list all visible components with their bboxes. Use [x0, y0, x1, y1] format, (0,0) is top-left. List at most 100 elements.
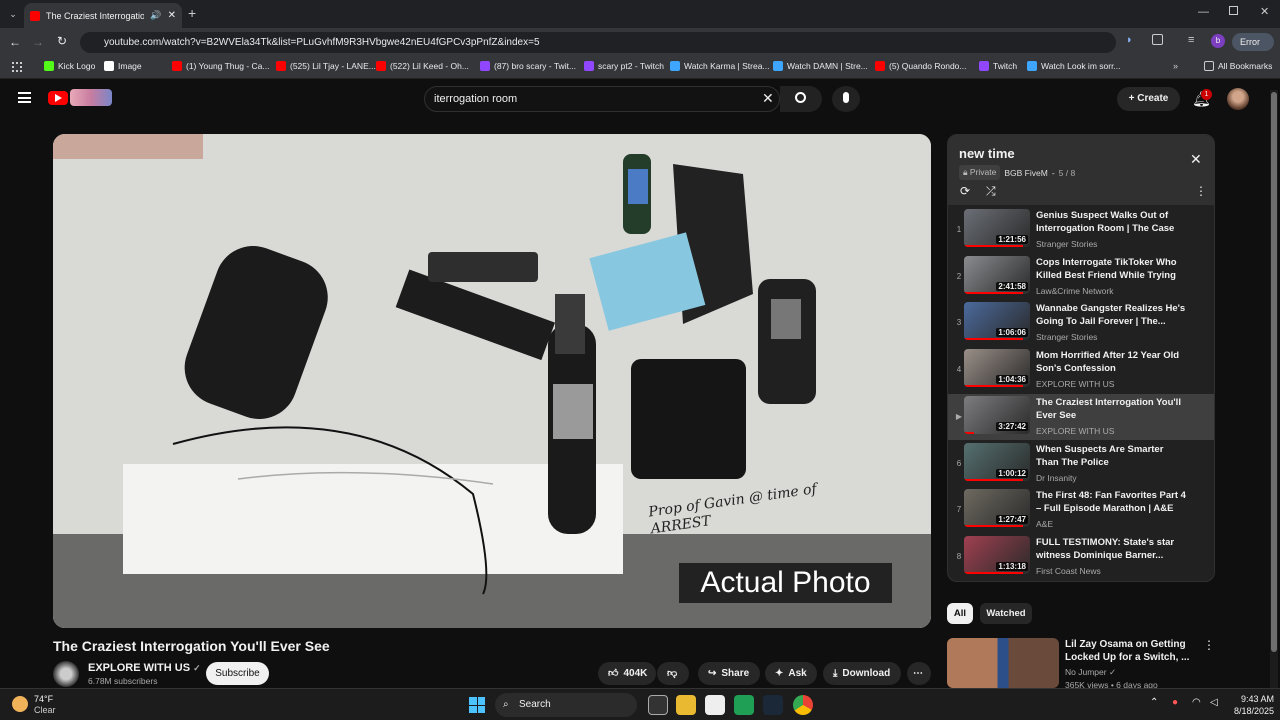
url-field[interactable]: youtube.com/watch?v=B2WVEla34Tk&list=PLu…	[80, 32, 1116, 53]
bookmark-item[interactable]: Twitch	[979, 61, 1017, 71]
playlist-item-thumbnail[interactable]: 1:00:12	[964, 442, 1030, 481]
voice-search-button[interactable]	[832, 86, 860, 112]
youtube-logo[interactable]	[48, 91, 68, 105]
reload-icon[interactable]: ↻	[57, 34, 67, 48]
tab-close-icon[interactable]: ✕	[168, 10, 176, 21]
recommended-video[interactable]: Lil Zay Osama on Getting Locked Up for a…	[947, 636, 1215, 690]
loop-icon[interactable]: ⟳	[960, 184, 970, 198]
playlist-item-title[interactable]: Wannabe Gangster Realizes He's Going To …	[1036, 302, 1186, 328]
close-window-button[interactable]: ✕	[1260, 5, 1269, 18]
playlist-item[interactable]: 6 1:00:12 When Suspects Are Smarter Than T…	[948, 441, 1214, 487]
recommended-channel[interactable]: No Jumper ✓	[1065, 667, 1116, 678]
weather-widget[interactable]: 74°F Clear	[12, 693, 72, 717]
more-bookmarks-icon[interactable]: »	[1173, 61, 1178, 71]
recommended-title[interactable]: Lil Zay Osama on Getting Locked Up for a…	[1065, 638, 1203, 664]
playlist-owner[interactable]: BGB FiveM	[1004, 168, 1047, 178]
bookmark-item[interactable]: (525) Lil Tjay - LANE...	[276, 61, 376, 71]
clock-date[interactable]: 8/18/2025	[1222, 706, 1274, 716]
search-input[interactable]: iterrogation room	[424, 86, 780, 112]
new-tab-button[interactable]: +	[188, 5, 196, 21]
playlist-item-thumbnail[interactable]: 1:27:47	[964, 489, 1030, 528]
bookmark-item[interactable]: Watch DAMN | Stre...	[773, 61, 868, 71]
playlist-item[interactable]: 2 2:41:58 Cops Interrogate TikToker Who Ki…	[948, 254, 1214, 300]
tray-overflow-icon[interactable]: ⌃	[1150, 697, 1158, 708]
playlist-item-title[interactable]: When Suspects Are Smarter Than The Polic…	[1036, 443, 1186, 469]
share-button[interactable]: ↪ Share	[698, 662, 760, 685]
playlist-item[interactable]: 1 1:21:56 Genius Suspect Walks Out of Inte…	[948, 207, 1214, 253]
forward-icon[interactable]: →	[32, 35, 44, 49]
channel-name[interactable]: EXPLORE WITH US ✓	[88, 662, 201, 674]
extension-icon[interactable]: ◗	[1126, 34, 1133, 46]
clear-search-icon[interactable]: ✕	[762, 90, 774, 107]
playlist-item-thumbnail[interactable]: 1:04:36	[964, 349, 1030, 388]
bookmark-item[interactable]: Watch Karma | Strea...	[670, 61, 770, 71]
like-button[interactable]: 👍︎ 404K	[598, 662, 656, 685]
steam-icon[interactable]	[763, 695, 783, 715]
bookmark-item[interactable]: Watch Look im sorr...	[1027, 61, 1121, 71]
extensions-puzzle-icon[interactable]	[1152, 34, 1163, 45]
chip-watched[interactable]: Watched	[980, 603, 1032, 624]
create-button[interactable]: + Create	[1117, 87, 1180, 111]
playlist-title[interactable]: new time	[959, 146, 1015, 161]
page-scrollbar[interactable]	[1270, 90, 1278, 688]
subscribe-button[interactable]: Subscribe	[206, 662, 269, 685]
more-actions-button[interactable]: ⋯	[907, 662, 931, 685]
playlist-item-thumbnail[interactable]: 3:27:42	[964, 395, 1030, 434]
spreadsheet-icon[interactable]	[734, 695, 754, 715]
maximize-button[interactable]	[1229, 6, 1238, 15]
chip-all[interactable]: All	[947, 603, 973, 624]
ask-button[interactable]: ✦ Ask	[765, 662, 817, 685]
menu-hamburger-icon[interactable]	[18, 92, 31, 103]
bookmark-item[interactable]: Kick Logo	[44, 61, 95, 71]
search-button[interactable]	[780, 86, 822, 112]
playlist-item-thumbnail[interactable]: 1:06:06	[964, 302, 1030, 341]
playlist-item-thumbnail[interactable]: 2:41:58	[964, 255, 1030, 294]
task-view-icon[interactable]	[648, 695, 668, 715]
bookmark-item[interactable]: (5) Quando Rondo...	[875, 61, 967, 71]
recommended-thumbnail[interactable]	[947, 638, 1059, 688]
volume-icon[interactable]: ◁	[1210, 697, 1218, 708]
recommended-more-icon[interactable]: ⋮	[1203, 638, 1215, 652]
tab-list-button[interactable]: ⌄	[6, 7, 20, 21]
bookmark-item[interactable]: (1) Young Thug - Ca...	[172, 61, 269, 71]
playlist-item-thumbnail[interactable]: 1:21:56	[964, 209, 1030, 247]
back-icon[interactable]: ←	[9, 35, 21, 49]
bookmark-item[interactable]: scary pt2 - Twitch	[584, 61, 664, 71]
playlist-item[interactable]: 3 1:06:06 Wannabe Gangster Realizes He's G…	[948, 300, 1214, 346]
doodle-logo[interactable]	[70, 89, 112, 106]
bookmark-item[interactable]: (87) bro scary - Twit...	[480, 61, 576, 71]
playlist-item-title[interactable]: The First 48: Fan Favorites Part 4 – Ful…	[1036, 489, 1186, 515]
download-button[interactable]: ⤓ Download	[823, 662, 901, 685]
file-explorer-icon[interactable]	[676, 695, 696, 715]
playlist-item[interactable]: 4 1:04:36 Mom Horrified After 12 Year Old …	[948, 347, 1214, 393]
playlist-item-title[interactable]: The Craziest Interrogation You'll Ever S…	[1036, 396, 1186, 422]
playlist-item-title[interactable]: Genius Suspect Walks Out of Interrogatio…	[1036, 209, 1186, 236]
playlist-item[interactable]: 8 1:13:18 FULL TESTIMONY: State's star wit…	[948, 534, 1214, 580]
wifi-icon[interactable]: ◠	[1192, 697, 1201, 708]
playlist-item-title[interactable]: Cops Interrogate TikToker Who Killed Bes…	[1036, 256, 1186, 283]
playlist-item[interactable]: 7 1:27:47 The First 48: Fan Favorites Part…	[948, 487, 1214, 533]
chrome-icon[interactable]	[793, 695, 813, 715]
error-badge[interactable]: Error	[1232, 33, 1274, 51]
browser-tab-active[interactable]: The Craziest Interrogation V 🔊 ✕	[24, 3, 182, 28]
start-button[interactable]	[469, 697, 485, 713]
playlist-item-thumbnail[interactable]: 1:13:18	[964, 535, 1030, 574]
clock-time[interactable]: 9:43 AM	[1232, 694, 1274, 704]
playlist-item[interactable]: ▶ 3:27:42 The Craziest Interrogation You'l…	[948, 393, 1214, 440]
bookmark-item[interactable]: (522) Lil Keed - Oh...	[376, 61, 469, 71]
taskbar-search[interactable]: ⌕ Search	[495, 693, 637, 717]
profile-avatar[interactable]: b	[1211, 34, 1225, 48]
notepad-icon[interactable]	[705, 695, 725, 715]
playlist-item-title[interactable]: Mom Horrified After 12 Year Old Son's Co…	[1036, 349, 1186, 375]
playlist-close-icon[interactable]: ✕	[1190, 151, 1202, 168]
microphone-tray-icon[interactable]: ●	[1172, 697, 1178, 708]
playlist-more-icon[interactable]: ⋮	[1195, 184, 1207, 198]
channel-avatar[interactable]	[53, 661, 79, 687]
video-player[interactable]: Prop of Gavin @ time of ARREST Actual Ph…	[53, 134, 931, 628]
apps-grid-icon[interactable]	[12, 62, 22, 72]
playlist-item-title[interactable]: FULL TESTIMONY: State's star witness Dom…	[1036, 536, 1186, 562]
media-controls-icon[interactable]: ≡	[1188, 34, 1194, 46]
minimize-button[interactable]: —	[1198, 6, 1209, 18]
bookmark-item[interactable]: Image	[104, 61, 142, 71]
tab-audio-icon[interactable]: 🔊	[150, 10, 161, 21]
